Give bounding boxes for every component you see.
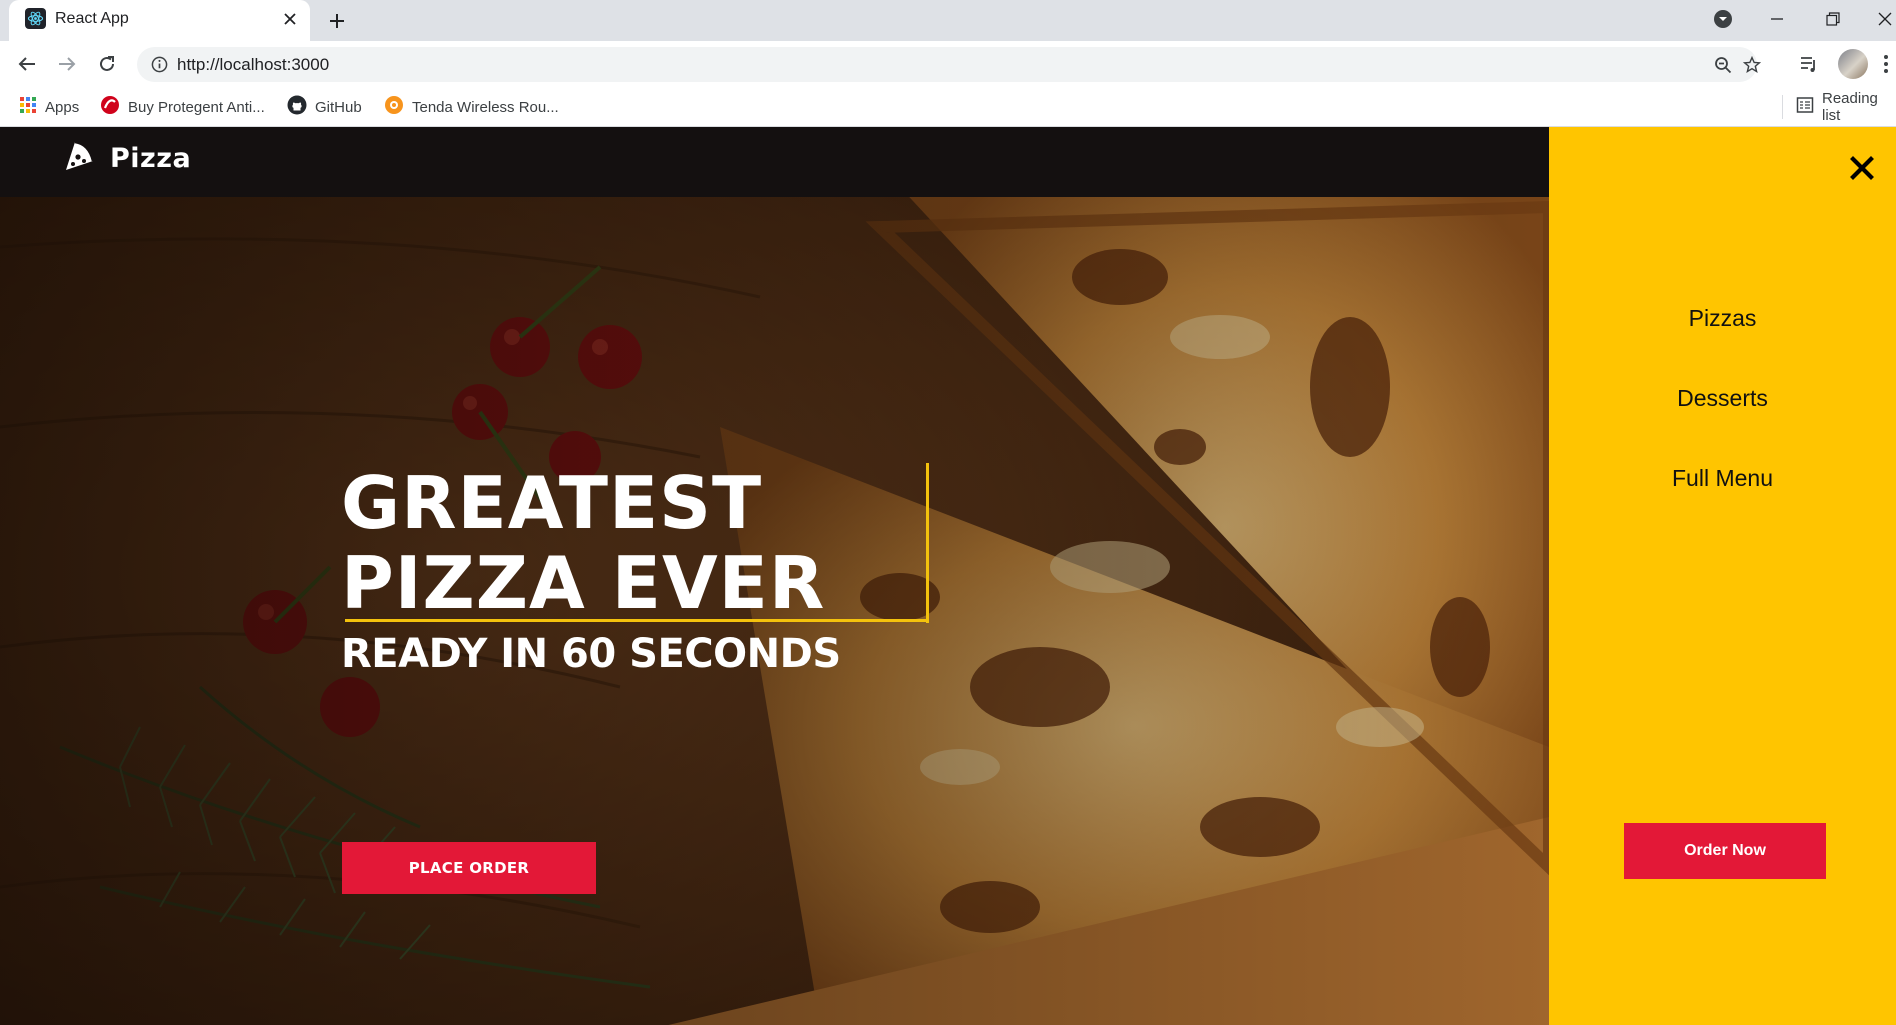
address-bar[interactable]: http://localhost:3000 [137,47,1761,82]
headline-border-right [926,463,929,623]
hero-subheadline: READY IN 60 SECONDS [341,631,841,677]
logo-text: Pizza [110,143,192,174]
bookmark-star-icon[interactable] [1740,53,1764,77]
profile-avatar[interactable] [1838,49,1868,79]
tab-strip: React App [0,0,1896,41]
browser-tab[interactable]: React App [9,0,310,41]
close-window-icon[interactable] [1868,4,1896,34]
protegent-icon [100,95,120,119]
site-header: Pizza [0,127,1549,197]
headline-box: GREATEST PIZZA EVER [341,463,931,623]
drawer-link-desserts[interactable]: Desserts [1549,385,1896,412]
apps-grid-icon [19,96,37,118]
hero-content: GREATEST PIZZA EVER READY IN 60 SECONDS … [341,463,929,894]
minimize-icon[interactable] [1760,4,1794,34]
close-icon[interactable] [1845,151,1879,185]
profile-dropdown-icon[interactable] [1706,4,1740,34]
restore-icon[interactable] [1816,4,1850,34]
bookmarks-bar: Apps Buy Protegent Anti... GitHub Tenda … [0,87,1896,127]
order-now-button[interactable]: Order Now [1624,823,1826,879]
drawer-link-pizzas[interactable]: Pizzas [1549,305,1896,332]
back-icon[interactable] [11,48,43,80]
tab-title: React App [55,10,129,27]
menu-kebab-icon[interactable] [1876,49,1896,79]
reading-list[interactable]: Reading list [1796,90,1896,124]
forward-icon[interactable] [51,48,83,80]
url-text: http://localhost:3000 [177,55,330,74]
bookmark-label: GitHub [315,98,362,116]
place-order-button[interactable]: PLACE ORDER [342,842,596,894]
reading-list-icon [1796,96,1814,118]
media-queue-icon[interactable] [1794,49,1824,79]
tab-close-icon[interactable] [279,8,301,30]
bookmark-github[interactable]: GitHub [287,95,362,119]
site-logo[interactable]: Pizza [62,139,191,178]
site-info-icon[interactable] [149,54,170,75]
bookmark-tenda[interactable]: Tenda Wireless Rou... [384,96,559,118]
zoom-icon[interactable] [1711,53,1735,77]
bookmark-protegent[interactable]: Buy Protegent Anti... [100,96,265,118]
reload-icon[interactable] [91,48,123,80]
page: Pizza GREATEST PIZZA EVER READY IN 60 SE… [0,127,1896,1025]
tenda-icon [384,95,404,119]
pizza-slice-icon [62,139,96,178]
react-favicon-icon [25,8,46,29]
headline-line-1: GREATEST [341,461,763,545]
bookmark-apps[interactable]: Apps [19,96,79,118]
browser-chrome: React App http://localhost:3000 Apps Buy… [0,0,1896,127]
bookmark-label: Buy Protegent Anti... [128,98,265,116]
drawer-link-full-menu[interactable]: Full Menu [1549,465,1896,492]
side-drawer: Pizzas Desserts Full Menu Order Now [1549,127,1896,1025]
bookmark-label: Apps [45,98,80,116]
browser-toolbar: http://localhost:3000 [0,41,1896,87]
bookmark-label: Tenda Wireless Rou... [412,98,559,116]
new-tab-icon[interactable] [322,6,352,36]
headline-line-2: PIZZA EVER [341,541,826,625]
headline-border-bottom [345,619,929,622]
bookmark-separator [1782,95,1783,119]
hero-section: Pizza GREATEST PIZZA EVER READY IN 60 SE… [0,127,1549,1025]
hero-headline: GREATEST PIZZA EVER [341,463,825,623]
github-icon [287,95,307,119]
reading-list-label: Reading list [1822,90,1878,124]
